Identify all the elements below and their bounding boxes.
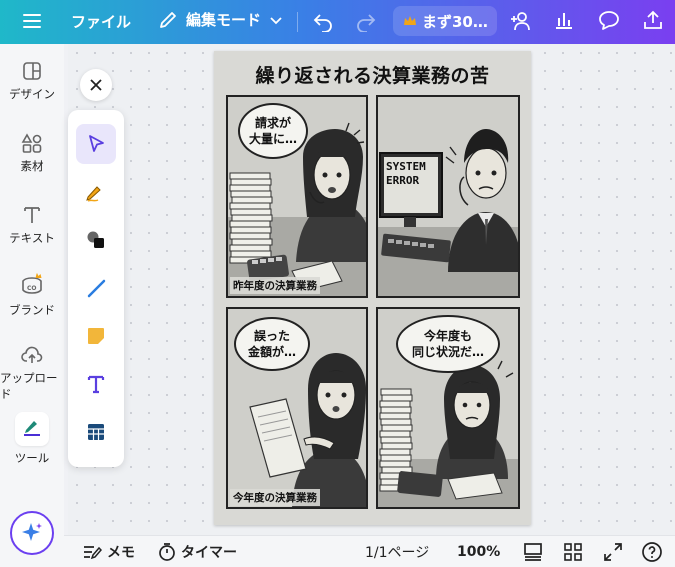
text-tool[interactable] xyxy=(76,364,116,404)
speech-bubble-3: 誤った 金額が… xyxy=(234,317,310,371)
people-plus-icon xyxy=(511,12,530,31)
drawing-tools-panel xyxy=(68,110,124,467)
table-tool[interactable] xyxy=(76,412,116,452)
file-menu-button[interactable]: ファイル xyxy=(71,11,131,32)
redo-button[interactable] xyxy=(355,10,377,32)
help-button[interactable] xyxy=(641,536,663,567)
sidebar-item-label: テキスト xyxy=(9,231,55,245)
redo-icon xyxy=(357,14,376,32)
sidebar-item-text[interactable]: テキスト xyxy=(0,204,64,246)
pen-tool[interactable] xyxy=(76,172,116,212)
share-icon xyxy=(644,10,662,29)
share-people-button[interactable] xyxy=(508,9,534,33)
left-sidebar: デザイン 素材 テキスト CO ブランド アップロード ツール xyxy=(0,44,64,567)
zoom-level[interactable]: 100% xyxy=(457,536,500,567)
hamburger-menu-icon[interactable] xyxy=(22,11,42,31)
speech-bubble-1: 請求が 大量に… xyxy=(238,103,308,159)
sidebar-item-label: アップロード xyxy=(0,371,58,401)
notes-icon xyxy=(84,546,102,560)
magic-assistant-button[interactable] xyxy=(10,511,54,555)
sidebar-item-label: ブランド xyxy=(9,303,55,317)
comment-icon xyxy=(599,11,619,30)
sidebar-item-uploads[interactable]: アップロード xyxy=(0,344,64,402)
design-icon xyxy=(23,62,41,80)
trial-button[interactable]: まず30… xyxy=(393,6,497,36)
sidebar-item-label: デザイン xyxy=(9,87,55,101)
panel-caption-1: 昨年度の決算業務 xyxy=(230,277,320,294)
insights-button[interactable] xyxy=(553,9,575,31)
sidebar-item-tools[interactable]: ツール xyxy=(0,412,64,466)
crown-icon xyxy=(404,16,416,25)
chevron-down-icon xyxy=(270,16,282,24)
manga-panel-4: 今年度も 同じ状況だ… xyxy=(376,307,520,509)
comment-button[interactable] xyxy=(597,9,621,31)
shapes-icon xyxy=(87,231,104,248)
edit-mode-dropdown[interactable]: 編集モード xyxy=(158,9,283,30)
close-tools-button[interactable] xyxy=(80,69,112,101)
bottom-toolbar: メモ タイマー 1/1ページ 100% xyxy=(64,535,675,567)
svg-text:CO: CO xyxy=(27,285,37,292)
pencil-icon xyxy=(160,11,176,28)
page-indicator[interactable]: 1/1ページ xyxy=(365,536,429,567)
close-icon xyxy=(90,79,102,91)
fullscreen-icon xyxy=(604,543,622,561)
top-toolbar: ファイル 編集モード まず30… xyxy=(0,0,675,44)
fullscreen-button[interactable] xyxy=(603,536,623,567)
edit-mode-label: 編集モード xyxy=(186,11,262,29)
share-upload-button[interactable] xyxy=(642,9,664,31)
timer-button[interactable]: タイマー xyxy=(158,536,237,567)
bar-chart-icon xyxy=(556,13,572,29)
pencil-icon xyxy=(86,186,101,202)
timer-label: タイマー xyxy=(181,545,237,561)
brand-icon: CO xyxy=(22,273,42,294)
grid-view-button[interactable] xyxy=(563,536,583,567)
shape-tool[interactable] xyxy=(76,220,116,260)
layout-icon xyxy=(524,543,542,561)
line-tool[interactable] xyxy=(76,268,116,308)
illustration-man-error-screen xyxy=(378,129,518,296)
text-t-icon xyxy=(87,375,105,394)
table-icon xyxy=(88,424,104,440)
manga-panel-3: 誤った 金額が… 今年度の決算業務 xyxy=(226,307,368,509)
sidebar-item-label: 素材 xyxy=(20,159,44,173)
sidebar-item-label: ツール xyxy=(14,451,50,465)
panel-caption-3: 今年度の決算業務 xyxy=(230,489,320,506)
page-layout-button[interactable] xyxy=(523,536,543,567)
line-icon xyxy=(87,279,106,298)
notes-label: メモ xyxy=(107,545,135,561)
speech-bubble-4: 今年度も 同じ状況だ… xyxy=(396,315,500,373)
text-icon xyxy=(24,207,40,223)
upload-icon xyxy=(21,346,43,363)
sidebar-item-elements[interactable]: 素材 xyxy=(0,132,64,174)
help-icon xyxy=(642,542,662,562)
notes-button[interactable]: メモ xyxy=(82,536,135,567)
undo-button[interactable] xyxy=(312,10,334,32)
sidebar-item-design[interactable]: デザイン xyxy=(0,60,64,102)
timer-icon xyxy=(159,543,175,561)
system-error-screen-text: SYSTEM ERROR xyxy=(386,160,426,187)
undo-icon xyxy=(313,14,332,32)
sticky-tool[interactable] xyxy=(76,316,116,356)
pointer-icon xyxy=(89,135,104,152)
elements-icon xyxy=(21,133,42,153)
grid-icon xyxy=(564,543,582,561)
manga-panel-2: SYSTEM ERROR xyxy=(376,95,520,298)
manga-title: 繰り返される決算業務の苦 xyxy=(255,65,490,87)
manga-panel-1: 請求が 大量に… 昨年度の決算業務 xyxy=(226,95,368,298)
tools-icon xyxy=(15,412,49,446)
trial-label: まず30… xyxy=(422,12,488,31)
design-page[interactable]: 繰り返される決算業務の苦 請求が 大量に… 昨年度の決算業務 SYSTEM ER… xyxy=(214,51,531,525)
sticky-note-icon xyxy=(88,328,104,344)
sidebar-item-brand[interactable]: CO ブランド xyxy=(0,272,64,318)
sparkle-icon xyxy=(22,523,42,541)
select-tool[interactable] xyxy=(76,124,116,164)
